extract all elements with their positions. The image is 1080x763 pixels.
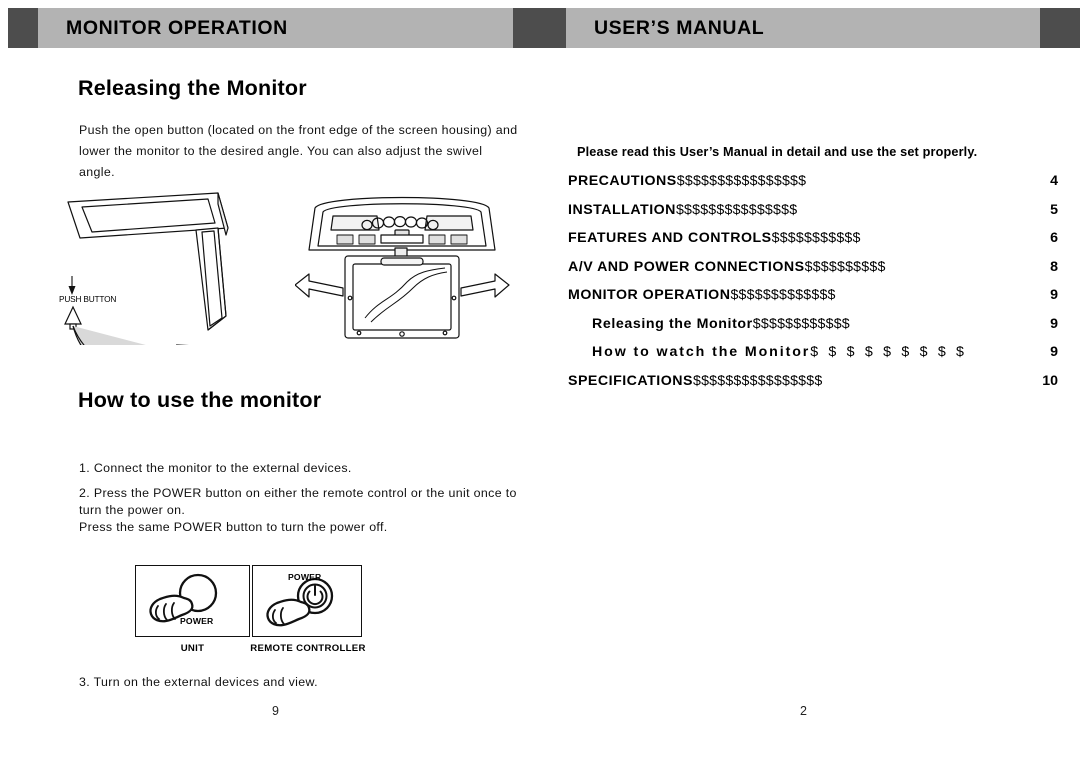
toc-page-number: 9 (1050, 315, 1058, 332)
toc-leader: $ $ $ $ $ $ $ $ $ (810, 344, 968, 360)
toc-leader: $$$$$$$$$$$$ (752, 315, 850, 332)
please-read-notice: Please read this User’s Manual in detail… (577, 145, 978, 159)
toc-row-how-to-watch-the-monitor[interactable]: How to watch the Monitor $ $ $ $ $ $ $ $… (568, 344, 1068, 373)
toc-row-specifications[interactable]: SPECIFICATIONS $$$$$$$$$$$$$$$$ 10 (568, 373, 1068, 402)
toc-row-releasing-the-monitor[interactable]: Releasing the Monitor $$$$$$$$$$$$ 9 (568, 316, 1068, 345)
step-3-text: 3. Turn on the external devices and view… (79, 675, 318, 689)
remote-power-label: POWER (288, 572, 322, 582)
page-number-right: 2 (800, 704, 807, 718)
toc-label: SPECIFICATIONS (568, 372, 693, 389)
monitor-front-view-illustration (294, 188, 510, 353)
paragraph-releasing-the-monitor: Push the open button (located on the fro… (79, 123, 518, 179)
heading-how-to-use-the-monitor: How to use the monitor (78, 388, 322, 412)
monitor-side-view-svg (64, 192, 229, 376)
toc-label: PRECAUTIONS (568, 173, 677, 189)
toc-label: Releasing the Monitor (592, 315, 753, 332)
toc-page-number: 8 (1050, 258, 1058, 275)
swivel-arrow-right (460, 273, 510, 298)
step-2-text: 2. Press the POWER button on either the … (79, 486, 517, 534)
toc-label: How to watch the Monitor (592, 344, 811, 360)
page-number-left: 9 (272, 704, 279, 718)
right-page-column: Please read this User’s Manual in detail… (540, 60, 1080, 760)
header-body-left: MONITOR OPERATION (38, 8, 513, 48)
remote-controller-caption: REMOTE CONTROLLER (250, 643, 366, 654)
header-cap-right-end (1040, 8, 1080, 48)
toc-label: A/V AND POWER CONNECTIONS (568, 258, 805, 275)
toc-leader: $$$$$$$$$$$ (771, 230, 861, 246)
unit-power-box (135, 565, 250, 637)
push-button-label: PUSH BUTTON (59, 294, 117, 304)
step-1-text: 1. Connect the monitor to the external d… (79, 461, 352, 475)
toc-page-number: 6 (1050, 230, 1058, 246)
toc-page-number: 4 (1050, 173, 1058, 189)
toc-page-number: 5 (1050, 201, 1058, 218)
toc-row-av-and-power-connections[interactable]: A/V AND POWER CONNECTIONS $$$$$$$$$$ 8 (568, 259, 1068, 288)
toc-page-number: 9 (1050, 344, 1058, 360)
page-header-row: MONITOR OPERATION USER’S MANUAL (0, 8, 1080, 48)
toc-label: MONITOR OPERATION (568, 287, 731, 303)
toc-leader: $$$$$$$$$$$$$ (730, 287, 836, 303)
header-title-users-manual: USER’S MANUAL (594, 16, 765, 39)
toc-leader: $$$$$$$$$$ (804, 258, 886, 275)
toc-label: INSTALLATION (568, 201, 676, 218)
header-title-monitor-operation: MONITOR OPERATION (66, 16, 288, 39)
swivel-arrow-left (294, 273, 344, 298)
table-of-contents: PRECAUTIONS $$$$$$$$$$$$$$$$ 4 INSTALLAT… (568, 173, 1068, 401)
header-body-right: USER’S MANUAL (566, 8, 1040, 48)
toc-page-number: 9 (1050, 287, 1058, 303)
toc-row-features-and-controls[interactable]: FEATURES AND CONTROLS $$$$$$$$$$$ 6 (568, 230, 1068, 259)
unit-power-label: POWER (180, 616, 214, 626)
monitor-swing-arc (72, 325, 199, 376)
toc-leader: $$$$$$$$$$$$$$$ (675, 201, 798, 218)
header-bar-monitor-operation: MONITOR OPERATION (8, 8, 566, 48)
toc-page-number: 10 (1042, 372, 1058, 389)
toc-leader: $$$$$$$$$$$$$$$$ (676, 173, 807, 189)
motion-arc-start-arrowhead (64, 305, 82, 330)
monitor-side-view-illustration (50, 190, 290, 376)
header-cap-left-end (513, 8, 566, 48)
toc-label: FEATURES AND CONTROLS (568, 230, 772, 246)
header-bar-users-manual: USER’S MANUAL (566, 8, 1080, 48)
push-button-pointer-arrow (68, 276, 76, 295)
toc-row-monitor-operation[interactable]: MONITOR OPERATION $$$$$$$$$$$$$ 9 (568, 287, 1068, 316)
toc-row-precautions[interactable]: PRECAUTIONS $$$$$$$$$$$$$$$$ 4 (568, 173, 1068, 202)
toc-leader: $$$$$$$$$$$$$$$$ (692, 372, 823, 389)
monitor-front-view-svg (294, 196, 510, 339)
toc-row-installation[interactable]: INSTALLATION $$$$$$$$$$$$$$$ 5 (568, 202, 1068, 231)
left-page-column: Releasing the Monitor Push the open butt… (0, 60, 540, 760)
header-cap-left (8, 8, 38, 48)
unit-caption: UNIT (180, 643, 205, 654)
heading-releasing-the-monitor: Releasing the Monitor (78, 76, 307, 100)
